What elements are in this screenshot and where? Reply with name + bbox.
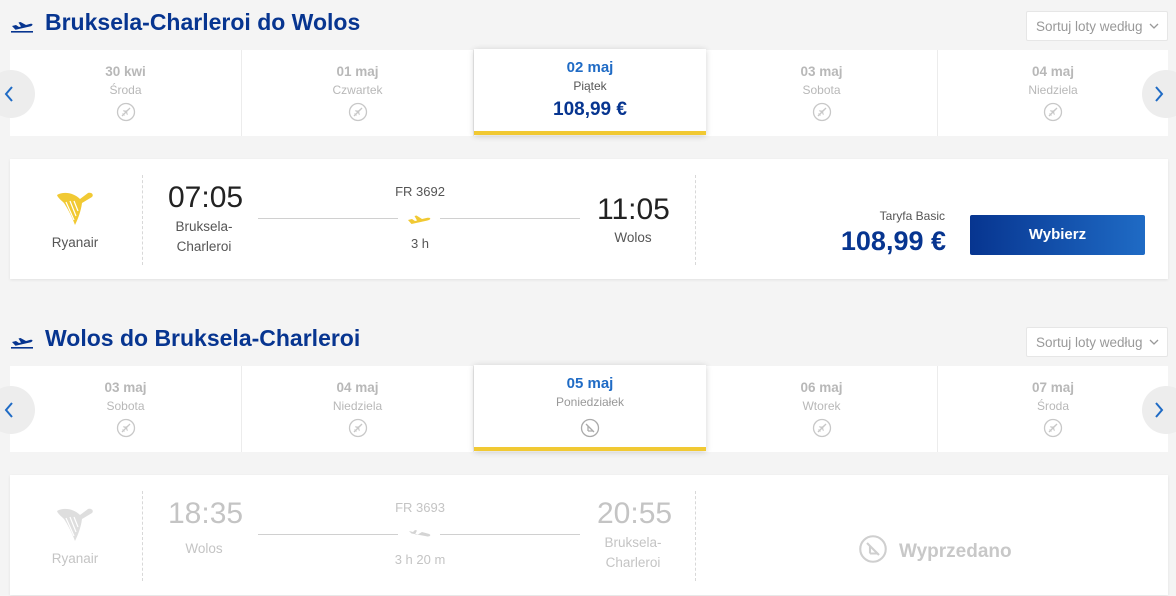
route-line-right [440, 534, 580, 535]
fare-price: 108,99 € [840, 226, 946, 256]
departure-city: Bruksela-Charleroi [175, 219, 233, 254]
flight-card: Ryanair 18:35 Wolos FR 3693 3 h 20 m 20:… [10, 475, 1168, 595]
airline-name: Ryanair [51, 551, 99, 566]
chevron-down-icon [1149, 339, 1159, 345]
date-label: 03 maj [800, 64, 843, 79]
date-option-selected[interactable]: 02 maj Piątek 108,99 € [474, 49, 706, 135]
sold-out-icon [859, 535, 887, 563]
airline-name: Ryanair [51, 235, 99, 250]
chevron-right-icon [1155, 86, 1164, 102]
departure-plane-icon [11, 338, 33, 349]
date-option[interactable]: 03 maj Sobota [706, 50, 938, 136]
date-label: 30 kwi [105, 64, 146, 79]
airline-block: Ryanair [10, 475, 142, 595]
sold-out-icon [580, 418, 600, 438]
day-label: Piątek [573, 79, 607, 93]
date-label: 07 maj [1031, 380, 1075, 395]
no-flight-icon [116, 418, 136, 438]
arrival-plane-icon [409, 530, 431, 537]
section-title: Bruksela-Charleroi do Wolos [45, 9, 361, 35]
departure-plane-icon [11, 22, 33, 33]
plane-icon [408, 215, 431, 224]
no-flight-icon [348, 418, 368, 438]
chevron-left-icon [4, 402, 13, 418]
date-label: 03 maj [104, 380, 147, 395]
date-label: 04 maj [1031, 64, 1075, 79]
sold-out-label: Wyprzedano [899, 541, 1012, 562]
ryanair-harp-icon [57, 192, 93, 225]
route-line-right [440, 218, 580, 219]
day-label: Sobota [802, 83, 841, 97]
date-option[interactable]: 30 kwi Środa [10, 50, 242, 136]
day-label: Niedziela [1028, 83, 1078, 97]
arrival-city: Bruksela-Charleroi [604, 535, 662, 570]
flight-duration: 3 h [410, 236, 430, 251]
day-label: Środa [1036, 399, 1070, 413]
fare-name: Taryfa Basic [879, 209, 945, 223]
arrival-city: Wolos [614, 230, 652, 245]
date-option[interactable]: 06 maj Wtorek [706, 366, 938, 452]
day-label: Sobota [106, 399, 145, 413]
ryanair-harp-icon [57, 508, 93, 541]
date-option[interactable]: 04 maj Niedziela [938, 50, 1168, 136]
no-flight-icon [1043, 418, 1063, 438]
no-flight-icon [812, 418, 832, 438]
day-label: Niedziela [332, 399, 383, 413]
arrival-time: 20:55 [597, 497, 673, 530]
route-line-left [258, 218, 398, 219]
date-option-selected[interactable]: 05 maj Poniedziałek [474, 365, 706, 451]
arrival-time: 11:05 [597, 193, 670, 226]
airline-block: Ryanair [10, 159, 142, 279]
date-option[interactable]: 07 maj Środa [938, 366, 1168, 452]
departure-time: 18:35 [168, 497, 244, 530]
route-line-left [258, 534, 398, 535]
divider [695, 175, 696, 265]
outbound-header: Bruksela-Charleroi do Wolos Sortuj loty … [0, 0, 1176, 48]
departure-city: Wolos [185, 541, 223, 556]
date-price: 108,99 € [553, 99, 627, 120]
date-option[interactable]: 04 maj Niedziela [242, 366, 474, 452]
select-flight-button[interactable]: Wybierz [970, 215, 1145, 255]
flight-number: FR 3693 [395, 500, 445, 515]
date-option[interactable]: 01 maj Czwartek [242, 50, 474, 136]
divider [142, 491, 143, 581]
date-carousel: 30 kwi Środa 01 maj Czwartek 02 maj Piąt… [10, 49, 1168, 136]
no-flight-icon [812, 102, 832, 122]
section-title: Wolos do Bruksela-Charleroi [45, 325, 361, 351]
flight-duration: 3 h 20 m [394, 552, 446, 567]
no-flight-icon [1043, 102, 1063, 122]
chevron-down-icon [1149, 23, 1159, 29]
date-option[interactable]: 03 maj Sobota [10, 366, 242, 452]
sort-label: Sortuj loty według [1036, 19, 1143, 34]
sort-flights-dropdown[interactable]: Sortuj loty według [1026, 327, 1168, 357]
date-carousel: 03 maj Sobota 04 maj Niedziela 05 maj Po… [10, 365, 1168, 452]
sort-flights-dropdown[interactable]: Sortuj loty według [1026, 11, 1168, 41]
date-label: 05 maj [566, 375, 614, 392]
departure-time: 07:05 [168, 181, 244, 214]
no-flight-icon [116, 102, 136, 122]
date-label: 02 maj [566, 59, 614, 76]
flight-number: FR 3692 [395, 184, 445, 199]
flight-card: Ryanair 07:05 Bruksela-Charleroi FR 3692… [10, 159, 1168, 279]
day-label: Wtorek [802, 399, 841, 413]
chevron-right-icon [1155, 402, 1164, 418]
chevron-left-icon [4, 86, 13, 102]
divider [695, 491, 696, 581]
no-flight-icon [348, 102, 368, 122]
sort-label: Sortuj loty według [1036, 335, 1143, 350]
day-label: Środa [109, 83, 142, 97]
day-label: Czwartek [332, 83, 383, 97]
divider [142, 175, 143, 265]
date-label: 04 maj [336, 380, 379, 395]
return-header: Wolos do Bruksela-Charleroi Sortuj loty … [0, 316, 1176, 364]
date-label: 06 maj [800, 380, 843, 395]
day-label: Poniedziałek [555, 395, 625, 409]
date-label: 01 maj [336, 64, 379, 79]
